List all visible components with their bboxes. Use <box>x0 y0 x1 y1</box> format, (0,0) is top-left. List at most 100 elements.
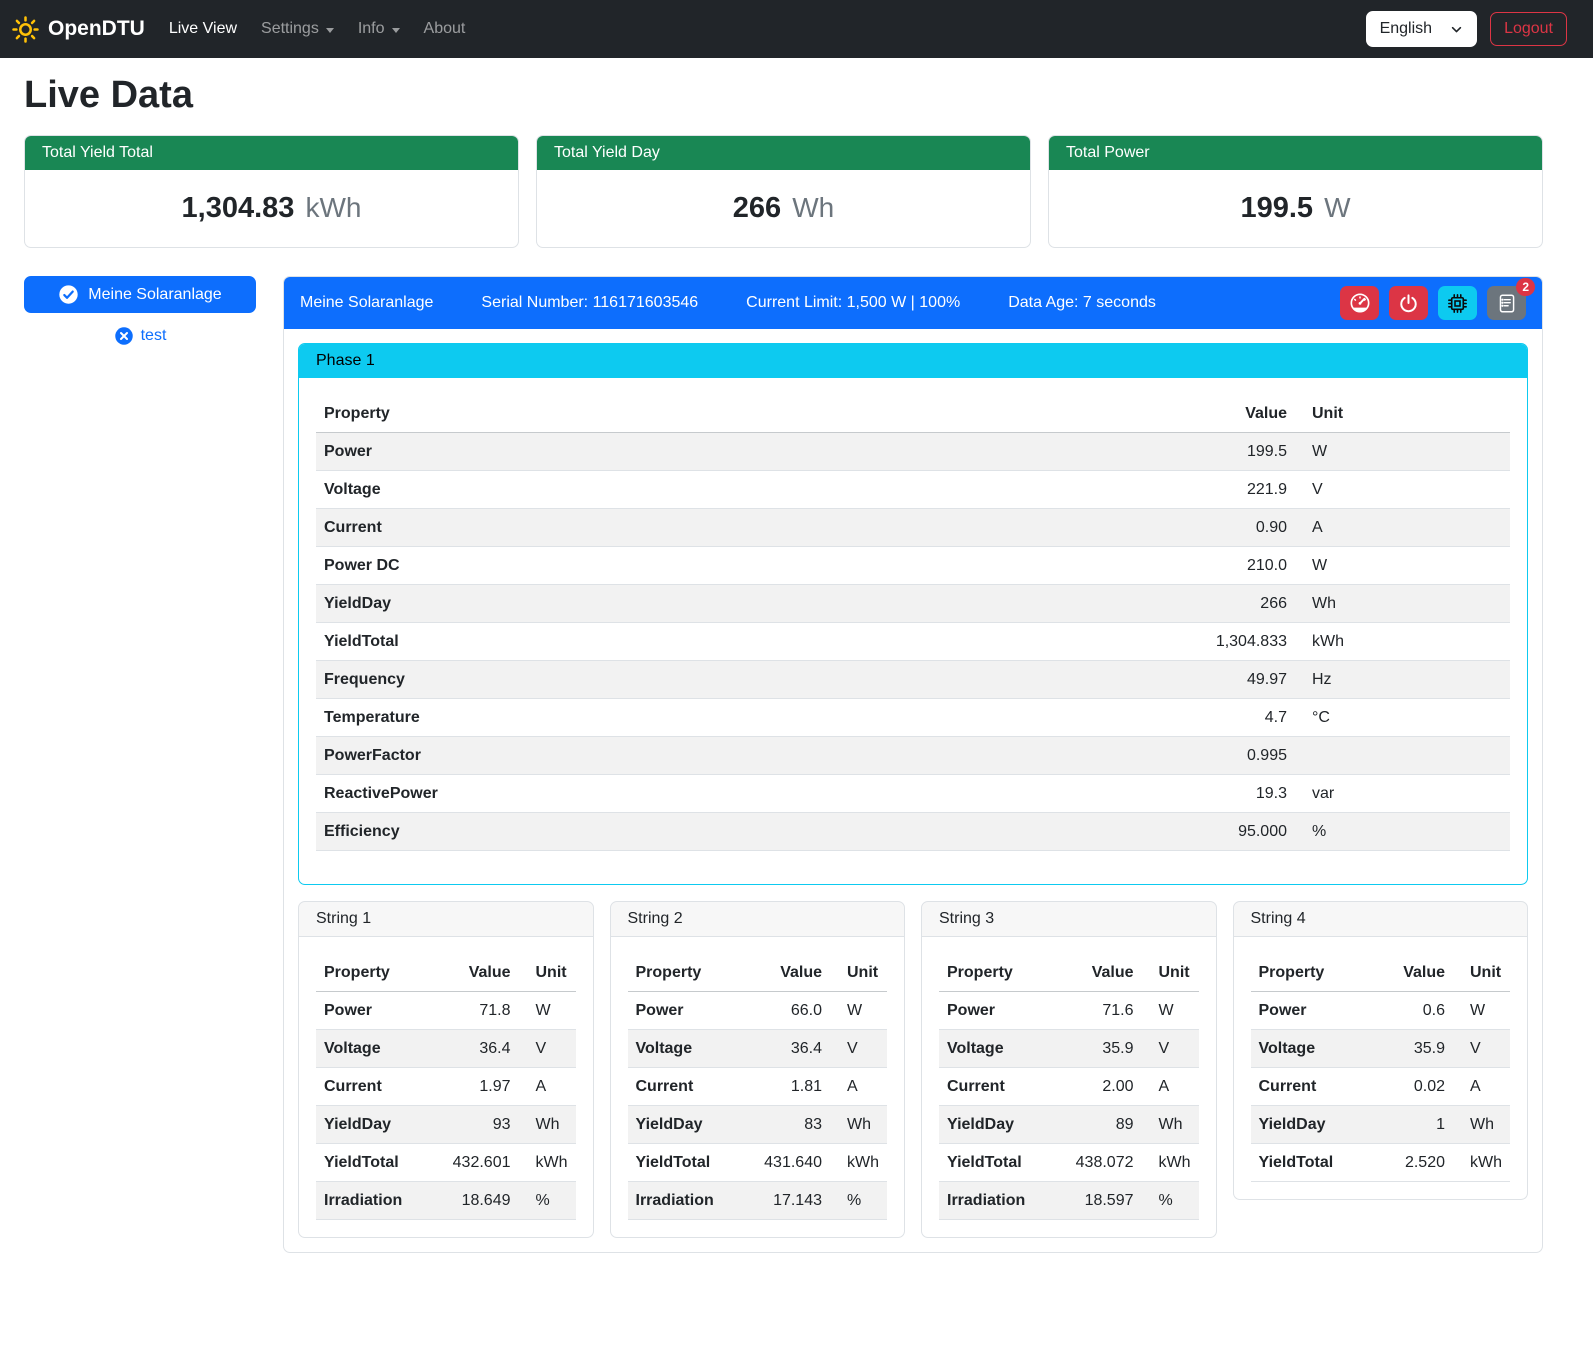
cell-value: 266 <box>1160 585 1295 623</box>
chevron-down-icon <box>392 28 400 33</box>
sidebar-item-test-inverter[interactable]: test <box>24 326 256 346</box>
cell-value: 17.143 <box>742 1182 830 1220</box>
nav-item-live-view[interactable]: Live View <box>157 12 249 46</box>
table-row: Irradiation17.143% <box>628 1182 888 1220</box>
cell-value: 0.6 <box>1365 992 1453 1030</box>
cell-property: Efficiency <box>316 813 1160 851</box>
cell-value: 93 <box>430 1106 518 1144</box>
table-row: YieldDay1Wh <box>1251 1106 1511 1144</box>
cell-value: 1 <box>1365 1106 1453 1144</box>
x-circle-icon <box>114 326 134 346</box>
cell-property: Power <box>316 433 1160 471</box>
cell-value: 431.640 <box>742 1144 830 1182</box>
cell-value: 0.995 <box>1160 737 1295 775</box>
cell-value: 71.8 <box>430 992 518 1030</box>
cell-property: YieldTotal <box>1251 1144 1365 1182</box>
string-3-card: String 3 Property Value Unit <box>921 901 1217 1238</box>
brand[interactable]: OpenDTU <box>12 16 145 43</box>
column-header-unit: Unit <box>1453 954 1510 992</box>
cell-property: YieldTotal <box>316 1144 430 1182</box>
cell-property: Voltage <box>316 1030 430 1068</box>
device-info-button[interactable] <box>1438 286 1477 320</box>
phase-table: Property Value Unit Power199.5WVoltage22… <box>316 395 1510 851</box>
cell-value: 0.90 <box>1160 509 1295 547</box>
cell-value: 221.9 <box>1160 471 1295 509</box>
logout-button[interactable]: Logout <box>1490 12 1567 46</box>
table-row: Irradiation18.597% <box>939 1182 1199 1220</box>
cell-value: 36.4 <box>742 1030 830 1068</box>
table-row: Power71.8W <box>316 992 576 1030</box>
card-value: 266 <box>733 192 781 225</box>
table-row: PowerFactor0.995 <box>316 737 1510 775</box>
cell-unit: Hz <box>1295 661 1510 699</box>
navbar: OpenDTU Live View Settings Info About En… <box>0 0 1593 58</box>
cell-unit: Wh <box>1295 585 1510 623</box>
column-header-property: Property <box>316 954 430 992</box>
table-row: Current1.81A <box>628 1068 888 1106</box>
cell-property: Voltage <box>939 1030 1053 1068</box>
check-circle-icon <box>58 284 79 305</box>
table-row: YieldTotal1,304.833kWh <box>316 623 1510 661</box>
cell-unit: V <box>1142 1030 1199 1068</box>
string-title: String 1 <box>299 902 593 937</box>
string-title: String 2 <box>611 902 905 937</box>
page-title: Live Data <box>24 74 1543 117</box>
card-unit: kWh <box>305 192 361 224</box>
cell-property: YieldDay <box>628 1106 742 1144</box>
cell-unit: V <box>519 1030 576 1068</box>
event-log-button[interactable]: 2 <box>1487 286 1526 320</box>
limit-settings-button[interactable] <box>1340 286 1379 320</box>
string-2-card: String 2 Property Value Unit <box>610 901 906 1238</box>
power-button[interactable] <box>1389 286 1428 320</box>
cell-unit: kWh <box>1453 1144 1510 1182</box>
chevron-down-icon <box>326 28 334 33</box>
cell-value: 49.97 <box>1160 661 1295 699</box>
cell-property: YieldDay <box>1251 1106 1365 1144</box>
cell-unit: var <box>1295 775 1510 813</box>
nav-item-settings[interactable]: Settings <box>249 12 346 46</box>
cell-unit: % <box>830 1182 887 1220</box>
cell-value: 199.5 <box>1160 433 1295 471</box>
cell-property: Current <box>316 1068 430 1106</box>
cell-value: 35.9 <box>1365 1030 1453 1068</box>
language-select[interactable]: English <box>1366 11 1477 47</box>
cell-property: Irradiation <box>939 1182 1053 1220</box>
current-limit: Current Limit: 1,500 W | 100% <box>746 294 960 312</box>
nav-item-info[interactable]: Info <box>346 12 412 46</box>
card-unit: Wh <box>792 192 834 224</box>
event-count-badge: 2 <box>1516 278 1535 296</box>
chevron-down-icon <box>1450 23 1463 36</box>
card-title: Total Power <box>1049 136 1542 170</box>
serial-number: Serial Number: 116171603546 <box>481 294 698 312</box>
table-row: Voltage36.4V <box>628 1030 888 1068</box>
cell-unit: Wh <box>519 1106 576 1144</box>
table-row: ReactivePower19.3var <box>316 775 1510 813</box>
cell-property: YieldDay <box>316 585 1160 623</box>
cell-value: 18.649 <box>430 1182 518 1220</box>
column-header-unit: Unit <box>1142 954 1199 992</box>
cell-unit: V <box>1453 1030 1510 1068</box>
cell-value: 1.81 <box>742 1068 830 1106</box>
inverter-name: test <box>141 327 167 345</box>
cell-value: 95.000 <box>1160 813 1295 851</box>
table-row: YieldDay89Wh <box>939 1106 1199 1144</box>
cell-property: ReactivePower <box>316 775 1160 813</box>
cell-property: Power <box>628 992 742 1030</box>
cell-unit: Wh <box>1142 1106 1199 1144</box>
table-row: Voltage35.9V <box>1251 1030 1511 1068</box>
cell-value: 210.0 <box>1160 547 1295 585</box>
cell-unit: W <box>830 992 887 1030</box>
cell-property: Irradiation <box>316 1182 430 1220</box>
sidebar-item-selected-inverter[interactable]: Meine Solaranlage <box>24 276 256 313</box>
nav-item-about[interactable]: About <box>412 12 478 46</box>
table-row: Power DC210.0W <box>316 547 1510 585</box>
cell-value: 2.00 <box>1053 1068 1141 1106</box>
table-row: YieldDay93Wh <box>316 1106 576 1144</box>
cell-unit: W <box>519 992 576 1030</box>
card-title: Total Yield Day <box>537 136 1030 170</box>
table-row: YieldDay266Wh <box>316 585 1510 623</box>
cell-property: YieldTotal <box>939 1144 1053 1182</box>
cell-value: 1,304.833 <box>1160 623 1295 661</box>
cell-unit: Wh <box>1453 1106 1510 1144</box>
page-container: Live Data Total Yield Total 1,304.83 kWh… <box>0 58 1593 1281</box>
